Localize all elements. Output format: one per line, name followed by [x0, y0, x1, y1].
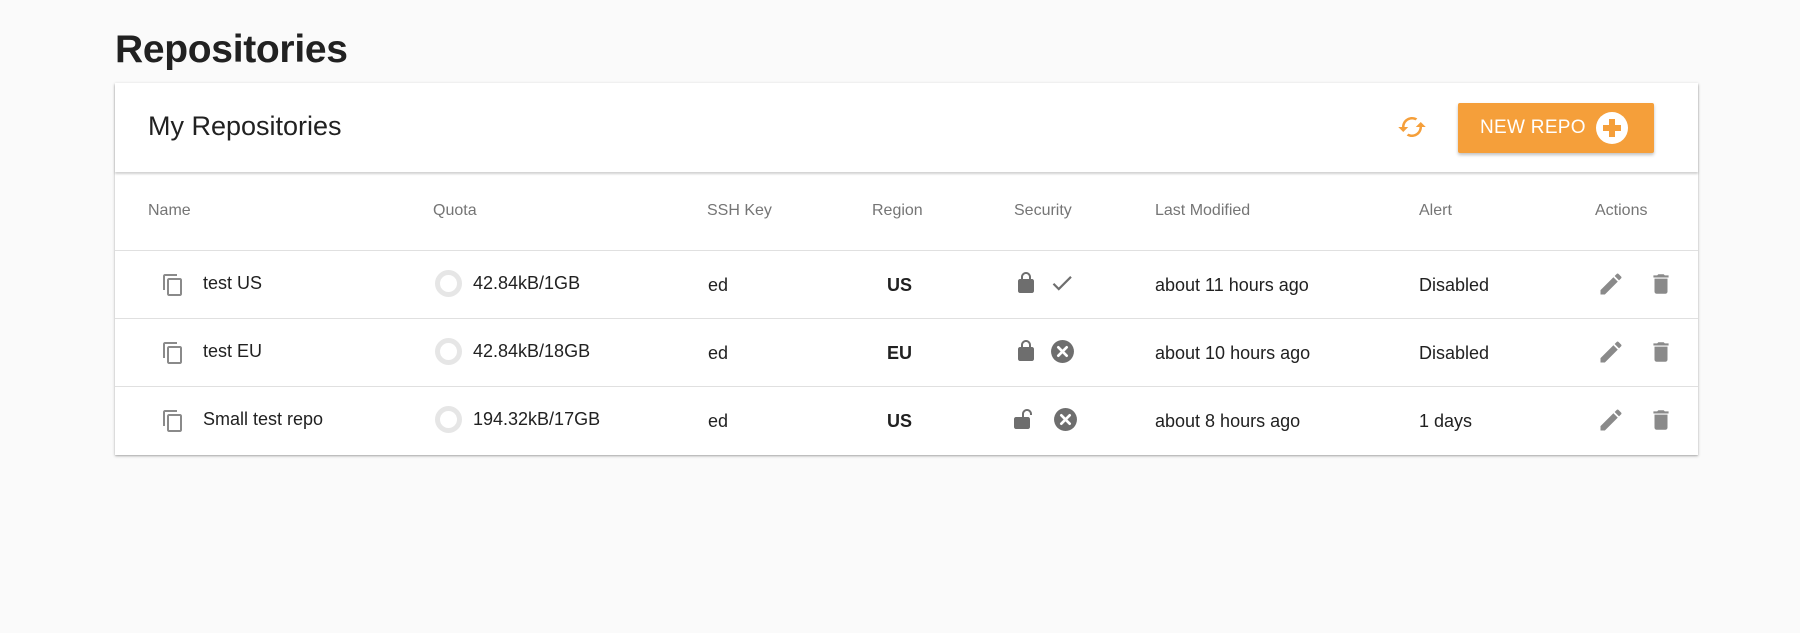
delete-icon[interactable] [1648, 270, 1674, 298]
column-header-region[interactable]: Region [872, 202, 923, 220]
edit-icon[interactable] [1597, 406, 1625, 434]
lock-open-icon [1014, 409, 1032, 429]
repo-name[interactable]: test EU [203, 341, 262, 362]
refresh-button[interactable] [1393, 108, 1431, 146]
lock-icon [1018, 272, 1034, 293]
lock-icon [1018, 340, 1034, 361]
repo-name[interactable]: Small test repo [203, 409, 323, 430]
edit-icon[interactable] [1597, 270, 1625, 298]
copy-icon [163, 274, 182, 296]
quota-progress-ring [435, 270, 462, 297]
repo-last-modified: about 11 hours ago [1155, 275, 1309, 295]
repo-alert: Disabled [1419, 343, 1490, 363]
repo-quota: 42.84kB/18GB [473, 341, 591, 361]
repo-region: US [887, 275, 913, 295]
repo-ssh-key: ed [708, 343, 729, 363]
repo-region: EU [887, 343, 913, 363]
repo-last-modified: about 10 hours ago [1155, 343, 1311, 363]
add-circle-icon [1596, 112, 1628, 144]
page-title: Repositories [115, 28, 348, 71]
copy-icon [163, 410, 182, 432]
card-header: My Repositories NEW REPO [115, 83, 1698, 172]
check-icon [1052, 276, 1072, 291]
quota-progress-ring [435, 338, 462, 365]
repo-ssh-key: ed [708, 411, 729, 431]
refresh-icon [1398, 117, 1426, 137]
repo-alert: 1 days [1419, 411, 1473, 431]
delete-icon[interactable] [1648, 338, 1674, 366]
repo-alert: Disabled [1419, 275, 1490, 295]
repo-quota: 194.32kB/17GB [473, 409, 601, 429]
column-header-last-modified[interactable]: Last Modified [1155, 202, 1250, 220]
repo-region: US [887, 411, 913, 431]
new-repo-button[interactable]: NEW REPO [1458, 103, 1654, 153]
repo-quota: 42.84kB/1GB [473, 273, 581, 293]
column-header-ssh-key[interactable]: SSH Key [707, 202, 772, 220]
copy-icon [163, 342, 182, 364]
repo-last-modified: about 8 hours ago [1155, 411, 1301, 431]
new-repo-label: NEW REPO [1480, 117, 1586, 138]
quota-progress-ring [435, 406, 462, 433]
repositories-card: My Repositories NEW REPO [115, 83, 1698, 455]
card-title: My Repositories [148, 111, 342, 141]
column-header-alert[interactable]: Alert [1419, 202, 1452, 220]
column-header-security[interactable]: Security [1014, 202, 1072, 220]
error-circle-icon [1054, 408, 1077, 431]
column-header-name[interactable]: Name [148, 202, 191, 220]
error-circle-icon [1051, 340, 1074, 363]
edit-icon[interactable] [1597, 338, 1625, 366]
repo-name[interactable]: test US [203, 273, 262, 294]
repo-ssh-key: ed [708, 275, 729, 295]
column-header-actions: Actions [1595, 202, 1648, 219]
delete-icon[interactable] [1648, 406, 1674, 434]
column-header-quota[interactable]: Quota [433, 202, 477, 220]
